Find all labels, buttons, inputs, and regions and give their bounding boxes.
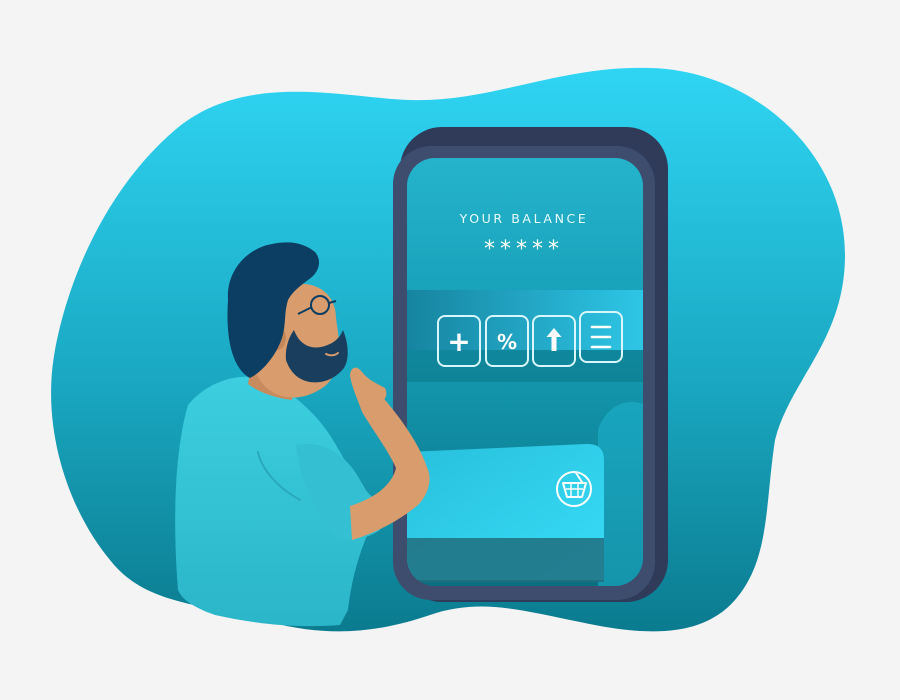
plus-icon: + xyxy=(447,325,470,358)
phone: YOUR BALANCE ***** + % xyxy=(393,127,668,602)
balance-label: YOUR BALANCE xyxy=(459,211,589,226)
illustration: YOUR BALANCE ***** + % xyxy=(51,67,845,632)
percent-icon: % xyxy=(497,330,517,354)
payment-card[interactable] xyxy=(407,443,604,582)
action-band xyxy=(407,290,643,350)
balance-value: ***** xyxy=(484,237,564,262)
